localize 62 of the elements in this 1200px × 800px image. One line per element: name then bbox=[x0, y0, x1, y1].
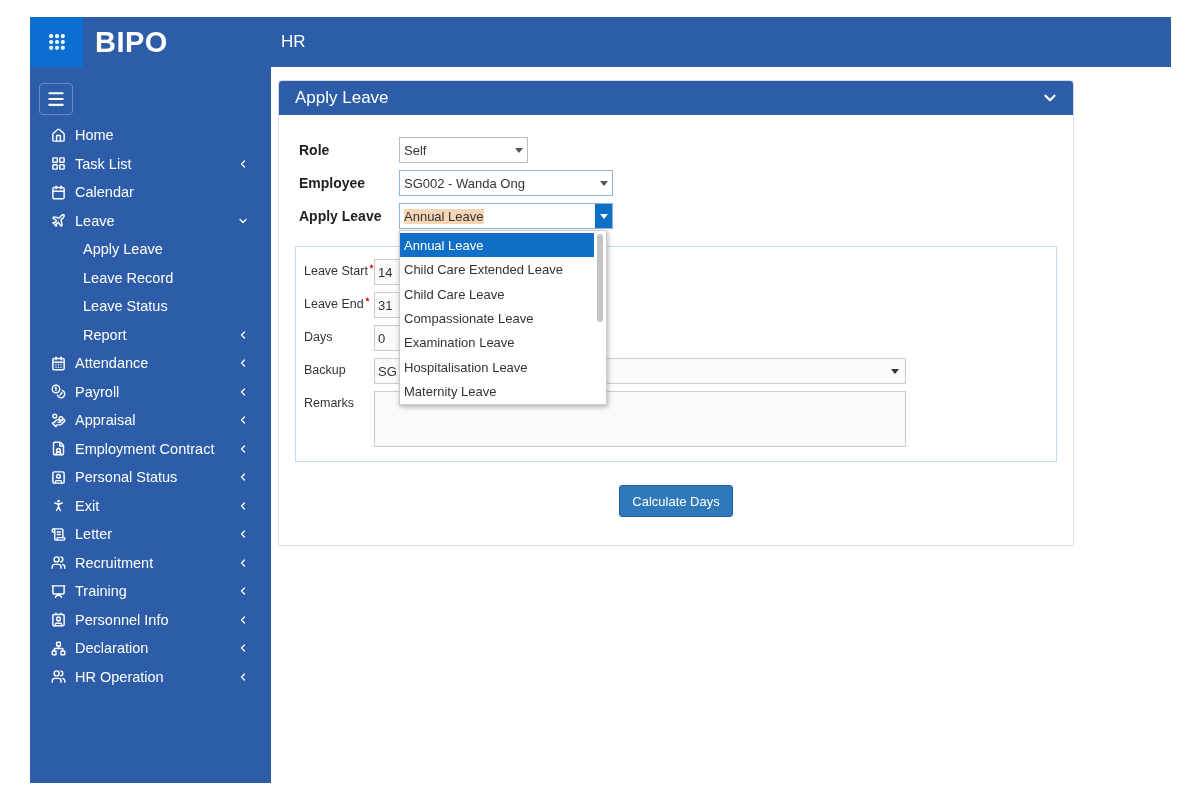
menu-icon bbox=[46, 89, 66, 109]
presentation-icon bbox=[51, 583, 66, 599]
sidebar-item[interactable]: Calendar bbox=[30, 178, 271, 207]
calendar-icon bbox=[51, 184, 66, 200]
sidebar-item[interactable]: Task List bbox=[30, 149, 271, 178]
sidebar-item[interactable]: Home bbox=[30, 121, 271, 150]
dropdown-option[interactable]: Maternity Leave bbox=[400, 379, 594, 404]
dropdown-arrow-icon bbox=[599, 213, 608, 219]
walking-person-icon bbox=[51, 498, 66, 514]
contact-card-icon bbox=[51, 612, 66, 628]
scrollbar-thumb[interactable] bbox=[597, 234, 603, 322]
sidebar-item[interactable]: Payroll bbox=[30, 377, 271, 406]
home-icon bbox=[51, 127, 66, 143]
plane-icon bbox=[51, 213, 66, 229]
document-user-icon bbox=[51, 441, 66, 457]
hierarchy-icon bbox=[51, 640, 66, 656]
field-label: Leave End bbox=[304, 292, 374, 311]
sidebar-item[interactable]: Personnel Info bbox=[30, 605, 271, 634]
calendar-icon bbox=[51, 355, 66, 371]
field-label: Days bbox=[304, 329, 334, 344]
logo: BIPO bbox=[95, 25, 168, 59]
sidebar-item[interactable]: Leave bbox=[30, 206, 271, 235]
field-label: Remarks bbox=[304, 395, 355, 410]
calculate-days-button[interactable]: Calculate Days bbox=[619, 485, 733, 517]
sidebar-item[interactable]: Employment Contract bbox=[30, 434, 271, 463]
people-icon bbox=[51, 669, 66, 685]
people-icon bbox=[51, 555, 66, 571]
select-field[interactable]: SG002 - Wanda Ong bbox=[399, 170, 613, 196]
dropdown-option[interactable]: Annual Leave bbox=[400, 233, 594, 258]
sidebar-item[interactable]: Recruitment bbox=[30, 548, 271, 577]
menu-button[interactable] bbox=[39, 83, 73, 115]
sidebar-item[interactable]: Appraisal bbox=[30, 406, 271, 435]
grid-icon bbox=[51, 156, 66, 172]
sidebar-subitem[interactable]: Leave Status bbox=[30, 292, 271, 321]
sidebar-item[interactable]: HR Operation bbox=[30, 662, 271, 691]
sidebar-item[interactable]: Training bbox=[30, 577, 271, 606]
sidebar-subitem[interactable]: Apply Leave bbox=[30, 235, 271, 264]
sidebar-item[interactable]: Letter bbox=[30, 520, 271, 549]
sidebar-subitem[interactable]: Leave Record bbox=[30, 263, 271, 292]
sidebar-item[interactable]: Exit bbox=[30, 491, 271, 520]
field-label: Employee bbox=[299, 175, 367, 191]
select-field[interactable]: Self bbox=[399, 137, 528, 163]
apps-grid-button[interactable] bbox=[30, 17, 83, 67]
field-label: Leave Start bbox=[304, 259, 374, 278]
field-label: Apply Leave bbox=[299, 208, 383, 224]
sidebar-item[interactable]: Declaration bbox=[30, 634, 271, 663]
sidebar-item[interactable]: Personal Status bbox=[30, 463, 271, 492]
user-card-icon bbox=[51, 469, 66, 485]
coins-icon bbox=[51, 384, 66, 400]
field-label: Backup bbox=[304, 362, 347, 377]
dropdown-arrow-icon bbox=[891, 368, 899, 374]
dropdown-arrow-icon bbox=[514, 147, 523, 153]
sidebar-item[interactable]: Attendance bbox=[30, 349, 271, 378]
hand-coins-icon bbox=[51, 412, 66, 428]
panel-title: Apply Leave bbox=[295, 88, 389, 108]
module-title: HR bbox=[281, 32, 306, 52]
field-label: Role bbox=[299, 142, 331, 158]
sidebar-subitem[interactable]: Report bbox=[30, 320, 271, 349]
grid-dots-icon bbox=[46, 32, 67, 52]
select-field[interactable]: Annual Leave bbox=[399, 203, 613, 229]
scroll-icon bbox=[51, 526, 66, 542]
dropdown-arrow-icon bbox=[599, 180, 608, 186]
